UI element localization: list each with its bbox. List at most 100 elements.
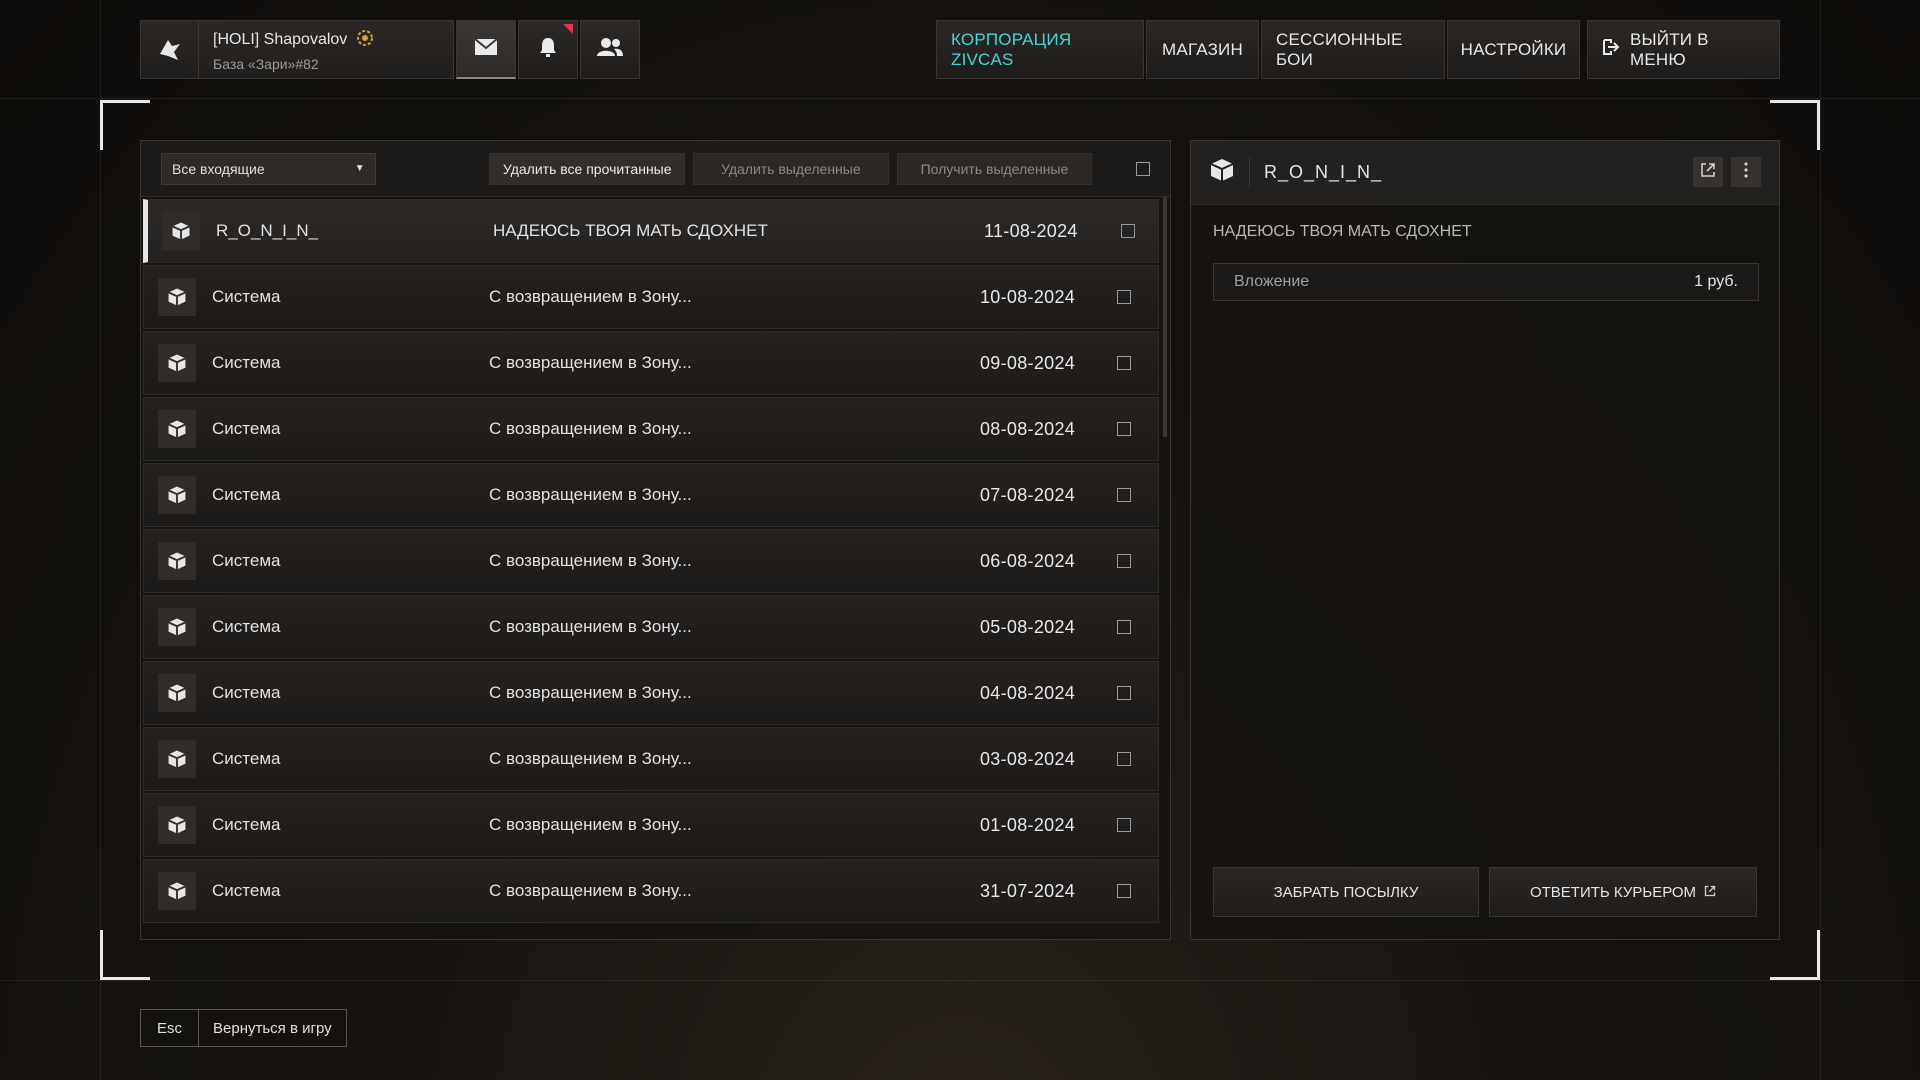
attachment-row: Вложение 1 руб. xyxy=(1213,263,1759,301)
message-date: 11-08-2024 xyxy=(984,220,1078,241)
message-row[interactable]: Система С возвращением в Зону... 03-08-202… xyxy=(143,727,1159,791)
message-row[interactable]: Система С возвращением в Зону... 04-08-202… xyxy=(143,661,1159,725)
message-date: 08-08-2024 xyxy=(980,418,1076,439)
package-icon xyxy=(158,278,196,316)
more-options-button[interactable] xyxy=(1731,157,1761,187)
message-sender: Система xyxy=(212,287,281,306)
message-row[interactable]: Система С возвращением в Зону... 06-08-202… xyxy=(143,529,1159,593)
take-parcel-button[interactable]: ЗАБРАТЬ ПОСЫЛКУ xyxy=(1213,867,1479,917)
nav-shop[interactable]: МАГАЗИН xyxy=(1146,20,1259,79)
message-row[interactable]: Система С возвращением в Зону... 10-08-202… xyxy=(143,265,1159,329)
dropdown-arrow-icon: ▼ xyxy=(354,163,365,174)
users-icon xyxy=(596,37,624,62)
take-parcel-label: ЗАБРАТЬ ПОСЫЛКУ xyxy=(1273,883,1419,901)
select-all-checkbox[interactable] xyxy=(1136,161,1150,176)
open-external-button[interactable] xyxy=(1693,157,1723,187)
bell-icon xyxy=(538,36,558,63)
inbox-scrollbar[interactable] xyxy=(1163,197,1167,437)
player-profile[interactable]: [HOLI] Shapovalov База «Зари»#82 xyxy=(140,20,454,79)
message-subject: С возвращением в Зону... xyxy=(489,683,692,702)
message-date: 07-08-2024 xyxy=(980,484,1076,505)
package-icon xyxy=(158,344,196,382)
filter-value: Все входящие xyxy=(172,160,265,177)
message-date: 09-08-2024 xyxy=(980,352,1076,373)
message-checkbox[interactable] xyxy=(1117,752,1131,766)
message-sender: Система xyxy=(212,551,281,570)
message-row[interactable]: R_O_N_I_N_ НАДЕЮСЬ ТВОЯ МАТЬ СДОХНЕТ 11-08… xyxy=(143,199,1159,263)
message-row[interactable]: Система С возвращением в Зону... 31-07-202… xyxy=(143,859,1159,923)
message-checkbox[interactable] xyxy=(1117,620,1131,634)
message-sender: Система xyxy=(212,419,281,438)
message-sender: Система xyxy=(212,485,281,504)
package-icon xyxy=(158,410,196,448)
return-to-game-label: Вернуться в игру xyxy=(213,1019,332,1037)
nav-settings[interactable]: НАСТРОЙКИ xyxy=(1447,20,1580,79)
reply-courier-button[interactable]: ОТВЕТИТЬ КУРЬЕРОМ xyxy=(1489,867,1757,917)
receive-selected-button[interactable]: Получить выделенные xyxy=(896,152,1093,185)
grid-line xyxy=(0,980,1920,981)
message-date: 10-08-2024 xyxy=(980,286,1076,307)
notifications-button[interactable] xyxy=(518,20,578,79)
grid-line xyxy=(1820,0,1821,1080)
nav-corporation[interactable]: КОРПОРАЦИЯ ZIVCAS xyxy=(936,20,1144,79)
package-icon xyxy=(158,542,196,580)
notification-indicator xyxy=(563,24,573,34)
delete-selected-button[interactable]: Удалить выделенные xyxy=(693,152,889,185)
message-subject: С возвращением в Зону... xyxy=(489,485,692,504)
message-checkbox[interactable] xyxy=(1117,818,1131,832)
rank-badge-icon xyxy=(355,28,375,53)
message-sender: Система xyxy=(212,815,281,834)
nav-session-battles[interactable]: СЕССИОННЫЕ БОИ xyxy=(1261,20,1445,79)
message-sender: R_O_N_I_N_ xyxy=(1264,162,1383,182)
message-row[interactable]: Система С возвращением в Зону... 01-08-202… xyxy=(143,793,1159,857)
inbox-toolbar: Все входящие ▼ Удалить все прочитанные У… xyxy=(141,141,1170,197)
envelope-icon xyxy=(474,37,498,61)
player-name: [HOLI] Shapovalov xyxy=(213,31,348,48)
header-divider xyxy=(1249,157,1250,188)
message-detail-panel: R_O_N_I_N_ НАДЕЮСЬ ТВОЯ МАТЬ СДОХНЕТ Вло… xyxy=(1190,140,1780,940)
attachment-label: Вложение xyxy=(1234,273,1310,290)
package-icon xyxy=(158,476,196,514)
message-row[interactable]: Система С возвращением в Зону... 05-08-202… xyxy=(143,595,1159,659)
message-sender: Система xyxy=(212,353,281,372)
message-sender: Система xyxy=(212,881,281,900)
message-date: 01-08-2024 xyxy=(980,814,1076,835)
message-date: 05-08-2024 xyxy=(980,616,1076,637)
message-checkbox[interactable] xyxy=(1117,356,1131,370)
message-subject: С возвращением в Зону... xyxy=(489,551,692,570)
friends-button[interactable] xyxy=(580,20,640,79)
message-subject: С возвращением в Зону... xyxy=(489,617,692,636)
package-icon xyxy=(1209,157,1235,188)
message-checkbox[interactable] xyxy=(1117,554,1131,568)
message-header: R_O_N_I_N_ xyxy=(1191,141,1779,205)
message-date: 03-08-2024 xyxy=(980,748,1076,769)
message-checkbox[interactable] xyxy=(1117,422,1131,436)
grid-line xyxy=(0,98,1920,99)
package-icon xyxy=(162,212,200,250)
package-icon xyxy=(158,740,196,778)
message-date: 06-08-2024 xyxy=(980,550,1076,571)
package-icon xyxy=(158,674,196,712)
faction-logo-icon xyxy=(141,21,199,78)
package-icon xyxy=(158,608,196,646)
message-checkbox[interactable] xyxy=(1117,290,1131,304)
message-checkbox[interactable] xyxy=(1117,488,1131,502)
package-icon xyxy=(158,872,196,910)
kebab-menu-icon xyxy=(1744,161,1748,183)
message-row[interactable]: Система С возвращением в Зону... 07-08-202… xyxy=(143,463,1159,527)
inbox-filter-select[interactable]: Все входящие ▼ xyxy=(161,152,376,185)
message-date: 04-08-2024 xyxy=(980,682,1076,703)
return-to-game-bar[interactable]: Esc Вернуться в игру xyxy=(140,1009,347,1047)
message-checkbox[interactable] xyxy=(1117,686,1131,700)
message-checkbox[interactable] xyxy=(1117,884,1131,898)
exit-to-menu-button[interactable]: ВЫЙТИ В МЕНЮ xyxy=(1587,20,1780,79)
message-checkbox[interactable] xyxy=(1121,224,1135,238)
package-icon xyxy=(158,806,196,844)
message-row[interactable]: Система С возвращением в Зону... 08-08-202… xyxy=(143,397,1159,461)
delete-all-read-button[interactable]: Удалить все прочитанные xyxy=(489,152,686,185)
message-sender: Система xyxy=(212,683,281,702)
logout-icon xyxy=(1602,38,1620,61)
mail-button[interactable] xyxy=(456,20,516,79)
message-row[interactable]: Система С возвращением в Зону... 09-08-202… xyxy=(143,331,1159,395)
message-sender: Система xyxy=(212,749,281,768)
